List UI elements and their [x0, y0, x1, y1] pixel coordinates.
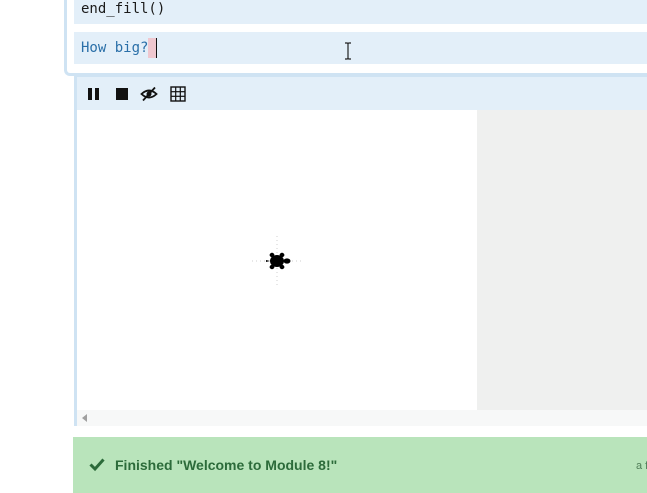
- turtle-icon: [266, 252, 291, 270]
- banner-right-text: a f: [636, 460, 647, 472]
- turtle-canvas[interactable]: [77, 110, 477, 410]
- stop-button[interactable]: [113, 85, 131, 103]
- input-prompt-field[interactable]: How big?: [74, 32, 647, 64]
- grid-button[interactable]: [169, 85, 187, 103]
- check-icon: [89, 458, 105, 472]
- ibeam-cursor-icon: [345, 42, 351, 60]
- input-prompt-text: How big?: [81, 40, 149, 56]
- pause-icon: [88, 88, 99, 100]
- hide-turtle-button[interactable]: [140, 85, 158, 103]
- page: end_fill() How big? Finished "Welcome to…: [0, 0, 647, 493]
- canvas-background-area: [477, 110, 647, 410]
- code-line[interactable]: end_fill(): [74, 0, 647, 24]
- text-caret: [156, 38, 158, 58]
- turtle-toolbar: [77, 77, 647, 110]
- pause-button[interactable]: [85, 85, 103, 103]
- turtle-canvas-drawing: [252, 236, 302, 286]
- completion-banner: Finished "Welcome to Module 8!" a f: [73, 437, 647, 493]
- input-caret-highlight: [148, 38, 157, 58]
- grid-icon: [170, 86, 186, 102]
- scroll-left-arrow-icon[interactable]: [82, 414, 87, 422]
- banner-message: Finished "Welcome to Module 8!": [115, 457, 338, 473]
- turtle-output-panel: [74, 74, 647, 426]
- stop-icon: [116, 88, 128, 100]
- code-line-text: end_fill(): [81, 1, 166, 17]
- hide-icon: [140, 86, 158, 102]
- horizontal-scrollbar[interactable]: [77, 410, 647, 426]
